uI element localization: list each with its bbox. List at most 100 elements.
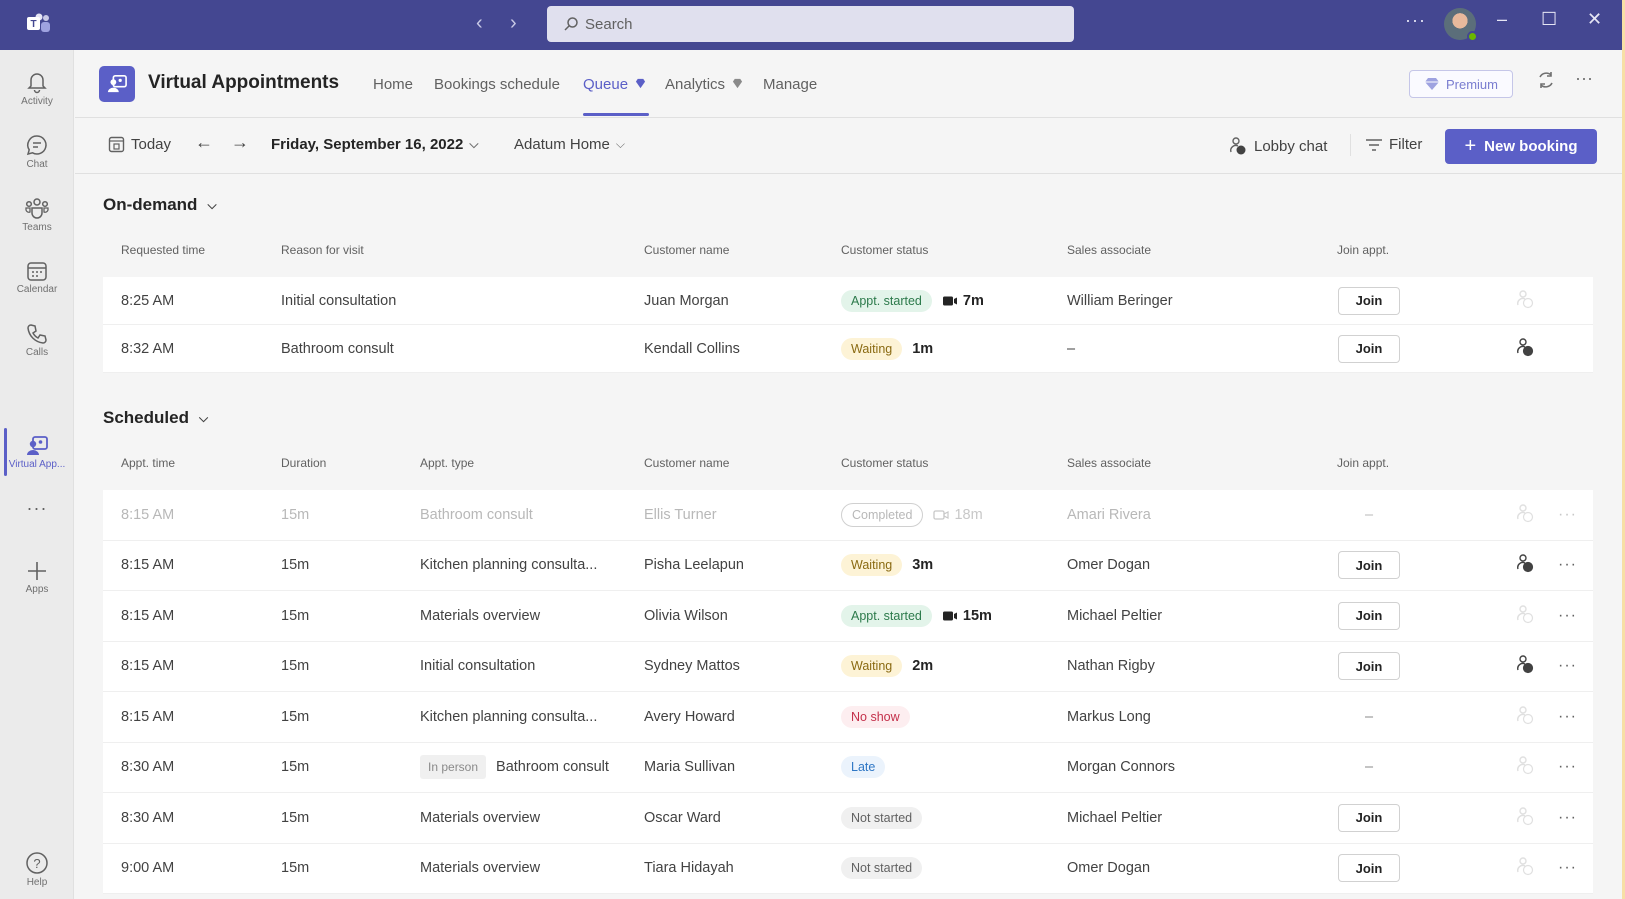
join-button[interactable]: Join	[1338, 652, 1400, 681]
tab-analytics[interactable]: Analytics	[665, 76, 743, 93]
appt-type: Kitchen planning consulta...	[420, 709, 597, 725]
close-button[interactable]: ✕	[1587, 9, 1602, 30]
table-row[interactable]: 8:15 AM 15m Kitchen planning consulta... Av…	[103, 692, 1593, 743]
today-button[interactable]: Today	[108, 136, 171, 153]
rail-item-virtual-appointments[interactable]: Virtual App...	[0, 423, 74, 481]
tab-queue[interactable]: Queue	[583, 76, 646, 93]
lobby-chat-icon[interactable]	[1515, 654, 1535, 678]
rail-item-help[interactable]: ? Help	[0, 840, 74, 898]
rail-item-calls[interactable]: Calls	[0, 311, 74, 369]
status-badge: Not started	[841, 806, 923, 829]
rail-item-calendar[interactable]: Calendar	[0, 248, 74, 306]
appt-type: Bathroom consult	[420, 507, 533, 523]
search-input[interactable]: Search	[547, 6, 1074, 42]
appt-time: 8:15 AM	[121, 607, 175, 624]
requested-time: 8:25 AM	[121, 292, 175, 309]
plus-icon	[28, 561, 46, 580]
rail-more-apps[interactable]: ···	[0, 490, 74, 526]
row-more-icon[interactable]: ···	[1558, 607, 1577, 625]
on-demand-section-toggle[interactable]: On-demand ⌵	[103, 195, 217, 215]
duration: 15m	[281, 557, 310, 574]
app-more-icon[interactable]: ···	[1575, 68, 1593, 89]
table-row[interactable]: 9:00 AM 15m Materials overview Tiara Hidaya…	[103, 844, 1593, 894]
back-arrow-icon[interactable]: ‹	[476, 12, 483, 35]
join-unavailable: –	[1365, 506, 1374, 523]
lobby-chat-disabled-icon	[1515, 604, 1535, 628]
customer-status: Waiting 1m	[841, 337, 933, 360]
table-row[interactable]: 8:25 AM Initial consultation Juan Morgan Ap…	[103, 277, 1593, 325]
join-button[interactable]: Join	[1338, 334, 1400, 363]
sales-associate: Nathan Rigby	[1067, 658, 1155, 675]
row-more-icon[interactable]: ···	[1558, 708, 1577, 726]
lobby-chat-icon[interactable]	[1515, 337, 1535, 361]
customer-status: Appt. started 7m	[841, 289, 984, 312]
join-button[interactable]: Join	[1338, 854, 1400, 883]
date-label: Friday, September 16, 2022	[271, 136, 464, 153]
appt-time: 8:15 AM	[121, 708, 175, 725]
minimize-button[interactable]: –	[1497, 9, 1507, 30]
tab-bookings-schedule[interactable]: Bookings schedule	[434, 76, 560, 93]
join-button[interactable]: Join	[1338, 286, 1400, 315]
duration: 15m	[281, 506, 310, 523]
reason-for-visit: Initial consultation	[281, 292, 397, 309]
row-more-icon[interactable]: ···	[1558, 556, 1577, 574]
previous-day-arrow-icon[interactable]: ←	[195, 132, 213, 153]
customer-name: Avery Howard	[644, 708, 735, 725]
appt-type-label: Bathroom consult	[496, 759, 609, 776]
new-booking-button[interactable]: + New booking	[1445, 129, 1597, 164]
premium-button[interactable]: Premium	[1409, 70, 1513, 98]
join-button[interactable]: Join	[1338, 551, 1400, 580]
title-bar: T ‹ › Search ··· – ☐ ✕	[0, 0, 1622, 50]
video-icon	[942, 610, 963, 622]
appt-type-label: Kitchen planning consulta...	[420, 557, 598, 574]
customer-status: Appt. started 15m	[841, 604, 992, 627]
table-row[interactable]: 8:15 AM 15m Initial consultation Sydney Mat…	[103, 642, 1593, 692]
scheduled-section-toggle[interactable]: Scheduled ⌵	[103, 408, 208, 428]
rail-item-chat[interactable]: Chat	[0, 122, 74, 180]
next-day-arrow-icon[interactable]: →	[231, 132, 249, 153]
appt-type: Initial consultation	[420, 658, 535, 674]
sales-associate: Michael Peltier	[1067, 809, 1163, 826]
customer-name: Tiara Hidayah	[644, 860, 734, 877]
join-button[interactable]: Join	[1338, 803, 1400, 832]
date-picker[interactable]: Friday, September 16, 2022 ⌵	[271, 136, 478, 153]
row-more-icon[interactable]: ···	[1558, 859, 1577, 877]
rail-item-activity[interactable]: Activity	[0, 59, 74, 117]
join-cell: Join	[1338, 601, 1400, 630]
table-row[interactable]: 8:15 AM 15m Materials overview Olivia Wilso…	[103, 591, 1593, 642]
premium-diamond-icon	[1424, 78, 1439, 90]
maximize-button[interactable]: ☐	[1541, 9, 1557, 30]
row-more-icon[interactable]: ···	[1558, 809, 1577, 827]
filter-icon	[1366, 138, 1382, 151]
rail-item-teams[interactable]: Teams	[0, 185, 74, 243]
table-row[interactable]: 8:30 AM 15m In person Bathroom consult Maria…	[103, 743, 1593, 793]
rail-item-apps[interactable]: Apps	[0, 548, 74, 606]
user-avatar[interactable]	[1444, 8, 1478, 42]
lobby-chat-button[interactable]: Lobby chat	[1228, 136, 1327, 156]
table-row[interactable]: 8:32 AM Bathroom consult Kendall Collins Wa…	[103, 325, 1593, 373]
refresh-icon[interactable]	[1536, 70, 1556, 95]
forward-arrow-icon[interactable]: ›	[510, 12, 517, 35]
status-duration: 7m	[942, 293, 984, 309]
appt-time: 8:15 AM	[121, 506, 175, 523]
rail-label: Virtual App...	[8, 458, 66, 470]
titlebar-more-icon[interactable]: ···	[1405, 10, 1426, 31]
table-row[interactable]: 8:15 AM 15m Kitchen planning consulta... Pi…	[103, 541, 1593, 591]
chat-icon	[26, 134, 47, 155]
join-button[interactable]: Join	[1338, 601, 1400, 630]
table-row[interactable]: 8:15 AM 15m Bathroom consult Ellis Turner Co…	[103, 490, 1593, 541]
join-cell: Join	[1338, 652, 1400, 681]
row-more-icon[interactable]: ···	[1558, 758, 1577, 776]
lobby-chat-label: Lobby chat	[1254, 137, 1328, 155]
filter-button[interactable]: Filter	[1365, 136, 1422, 153]
row-more-icon[interactable]: ···	[1558, 657, 1577, 675]
row-more-icon[interactable]: ···	[1558, 506, 1577, 524]
tab-home[interactable]: Home	[373, 76, 413, 93]
tab-manage[interactable]: Manage	[763, 76, 817, 93]
table-row[interactable]: 8:30 AM 15m Materials overview Oscar Ward No…	[103, 793, 1593, 844]
location-picker[interactable]: Adatum Home ⌵	[514, 136, 625, 153]
duration: 15m	[281, 658, 310, 675]
status-duration: 1m	[912, 341, 933, 357]
lobby-chat-icon[interactable]	[1515, 553, 1535, 577]
status-badge: Waiting	[841, 554, 903, 577]
